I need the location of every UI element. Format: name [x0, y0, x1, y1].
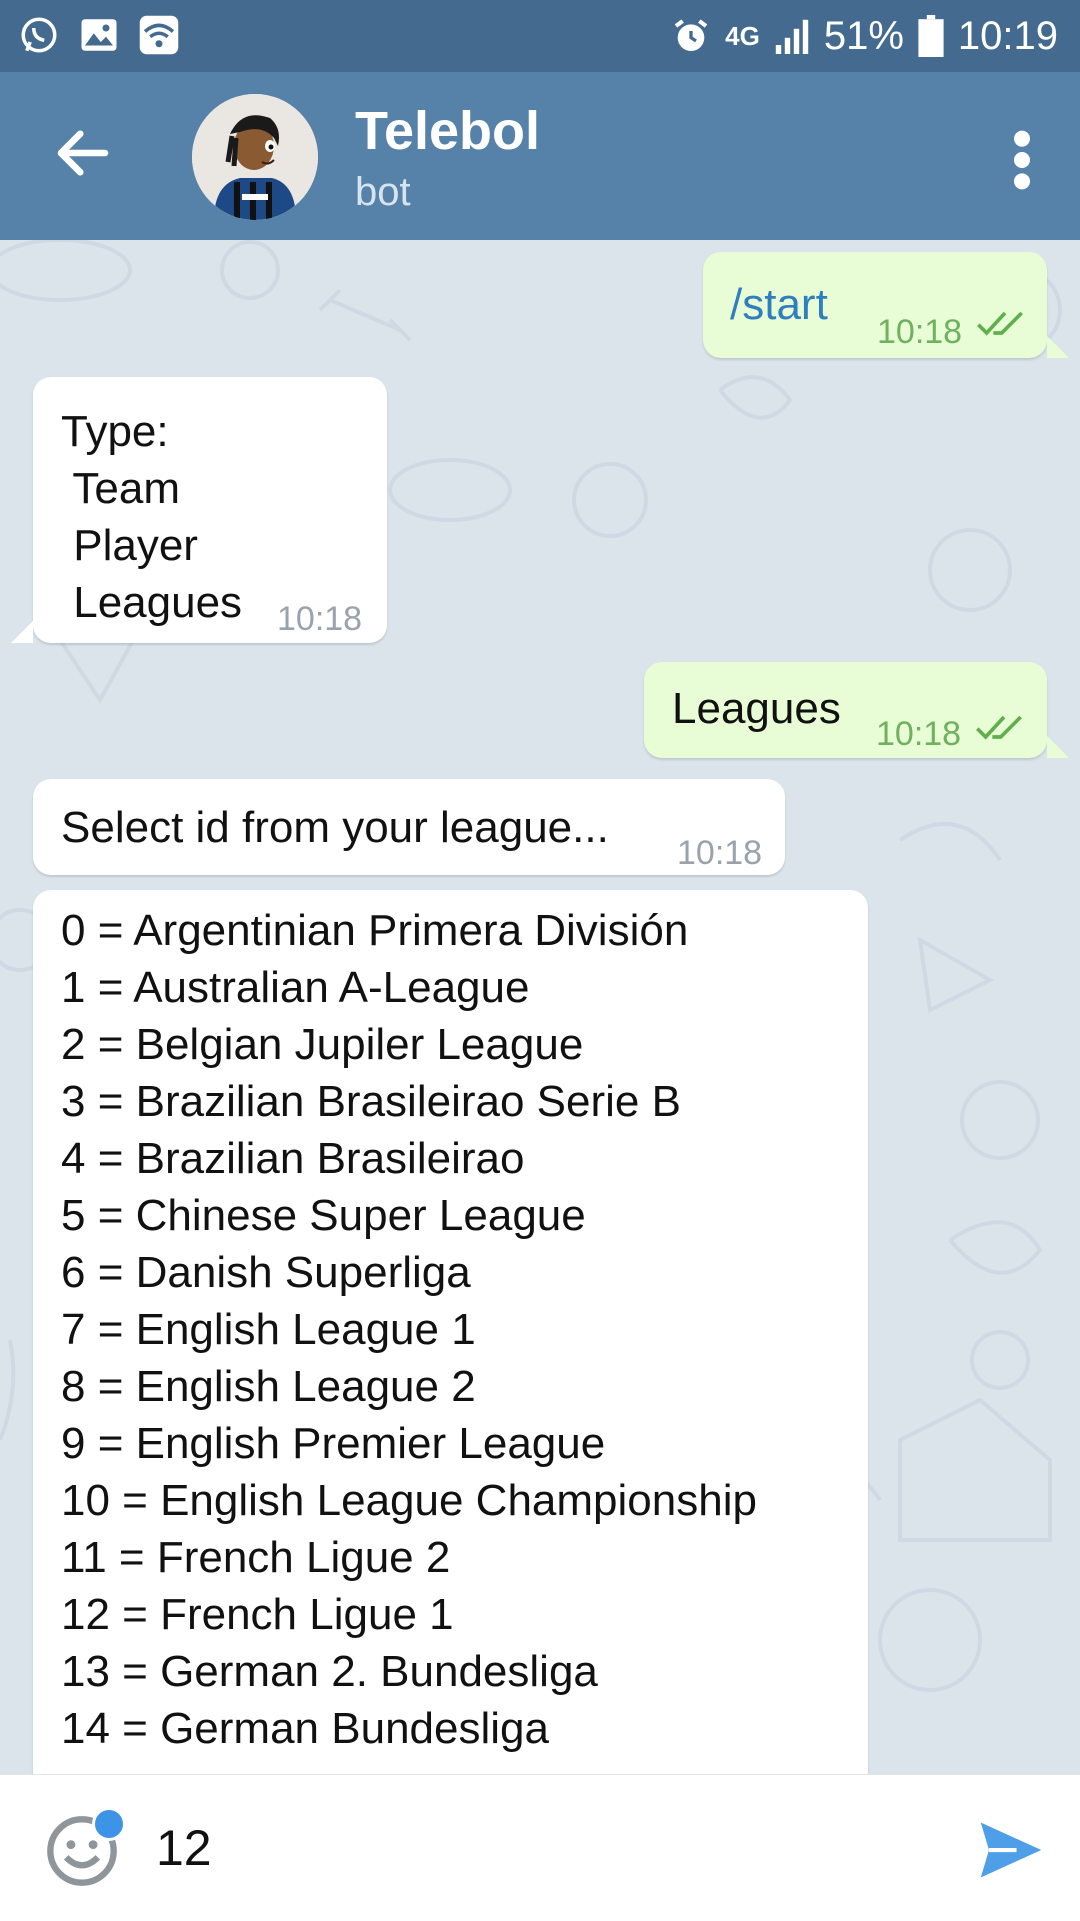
chat-area[interactable]: /start 10:18 Type: Team Player Leagues 1… — [0, 240, 1080, 1774]
league-item: 8 = English League 2 — [61, 1362, 476, 1411]
battery-icon — [918, 15, 944, 57]
signal-icon — [775, 19, 809, 54]
message-time: 10:18 — [677, 834, 763, 872]
message-incoming[interactable]: Type: Team Player Leagues 10:18 — [33, 377, 387, 643]
message-incoming-league-list[interactable]: 0 = Argentinian Primera División 1 = Aust… — [33, 890, 868, 1774]
message-text: Select id from your league... — [61, 803, 609, 852]
message-input[interactable] — [156, 1815, 916, 1881]
message-outgoing[interactable]: /start 10:18 — [703, 252, 1047, 358]
double-check-icon — [976, 715, 1022, 740]
message-input-bar — [0, 1774, 1080, 1921]
league-item: 13 = German 2. Bundesliga — [61, 1647, 598, 1696]
avatar-image — [192, 94, 318, 220]
message-text: Leagues — [672, 684, 841, 733]
chat-header: Telebol bot — [0, 72, 1080, 240]
alarm-icon — [674, 19, 708, 51]
message-time: 10:18 — [876, 715, 962, 753]
more-vertical-icon[interactable] — [1004, 128, 1040, 192]
league-item: 11 = French Ligue 2 — [61, 1533, 451, 1582]
message-time: 10:18 — [277, 600, 363, 638]
message-time: 10:18 — [877, 313, 963, 351]
wifi-icon — [139, 15, 179, 55]
message-incoming[interactable]: Select id from your league... 10:18 — [33, 779, 785, 875]
bubble-tail — [1047, 736, 1069, 758]
league-item: 2 = Belgian Jupiler League — [61, 1020, 584, 1069]
back-arrow-icon[interactable] — [50, 120, 116, 186]
gallery-icon — [81, 19, 117, 51]
league-list: 0 = Argentinian Primera División 1 = Aust… — [61, 902, 757, 1757]
status-bar-right: 4G 51% 10:19 — [671, 8, 1058, 64]
network-type: 4G — [725, 21, 760, 51]
league-item: 1 = Australian A-League — [61, 963, 530, 1012]
avatar[interactable] — [192, 94, 318, 220]
notification-dot — [92, 1807, 126, 1841]
message-text: Type: Team Player Leagues — [61, 407, 243, 627]
chat-subtitle: bot — [355, 170, 411, 214]
league-item: 10 = English League Championship — [61, 1476, 757, 1525]
league-item: 4 = Brazilian Brasileirao — [61, 1134, 525, 1183]
bubble-tail — [1047, 336, 1069, 358]
message-text: /start — [730, 280, 828, 329]
league-item: 9 = English Premier League — [61, 1419, 606, 1468]
double-check-icon — [977, 311, 1023, 336]
chat-title[interactable]: Telebol — [355, 100, 540, 162]
league-item: 5 = Chinese Super League — [61, 1191, 586, 1240]
clock: 10:19 — [957, 13, 1058, 58]
bubble-tail — [11, 621, 33, 643]
status-bar-left — [18, 14, 180, 56]
league-item: 7 = English League 1 — [61, 1305, 476, 1354]
league-item: 6 = Danish Superliga — [61, 1248, 471, 1297]
send-icon[interactable] — [978, 1819, 1044, 1881]
message-outgoing[interactable]: Leagues 10:18 — [644, 662, 1047, 758]
status-bar: 4G 51% 10:19 — [0, 0, 1080, 72]
league-item: 14 = German Bundesliga — [61, 1704, 549, 1753]
whatsapp-icon — [21, 17, 57, 53]
battery-percent: 51% — [823, 13, 904, 58]
league-item: 3 = Brazilian Brasileirao Serie B — [61, 1077, 681, 1126]
league-item: 0 = Argentinian Primera División — [61, 906, 689, 955]
league-item: 12 = French Ligue 1 — [61, 1590, 454, 1639]
